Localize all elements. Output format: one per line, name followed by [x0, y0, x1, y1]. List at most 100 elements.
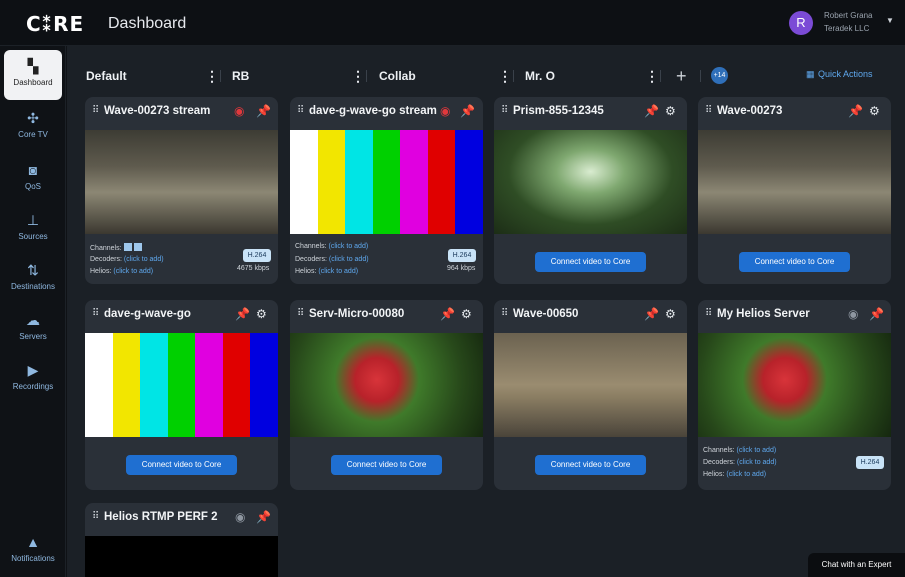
- kebab-menu-icon[interactable]: ⋮: [205, 62, 219, 90]
- sidebar-item-dashboard[interactable]: ▚ Dashboard: [4, 50, 62, 100]
- pin-icon[interactable]: 📌: [644, 307, 659, 321]
- divider: [220, 70, 221, 82]
- gear-icon[interactable]: ⚙: [869, 104, 880, 118]
- drag-handle-icon[interactable]: ⠿: [297, 105, 304, 116]
- card-title: dave-g-wave-go stream: [309, 105, 437, 117]
- codec-badge: H.264: [448, 249, 476, 262]
- sidebar-item-servers[interactable]: ☁ Servers: [4, 304, 62, 354]
- destinations-icon: ⇅: [27, 262, 39, 278]
- connect-video-button[interactable]: Connect video to Core: [126, 455, 237, 475]
- helios-row: Helios: (click to add): [295, 268, 359, 275]
- kebab-menu-icon[interactable]: ⋮: [645, 62, 659, 90]
- more-columns-badge[interactable]: +14: [711, 67, 728, 84]
- core-tv-icon: ✣: [27, 110, 39, 126]
- device-card[interactable]: ⠿ dave-g-wave-go 📌 ⚙ Connect video to Co…: [85, 300, 278, 490]
- video-preview[interactable]: [290, 130, 483, 234]
- video-preview[interactable]: [85, 333, 278, 437]
- card-footer: Connect video to Core: [494, 234, 687, 284]
- gear-icon[interactable]: ⚙: [665, 307, 676, 321]
- video-preview[interactable]: [494, 333, 687, 437]
- pin-icon[interactable]: 📌: [460, 104, 475, 118]
- codec-badge: H.264: [243, 249, 271, 262]
- user-name[interactable]: Robert Grana: [824, 11, 884, 20]
- column-default[interactable]: Default: [86, 62, 127, 90]
- drag-handle-icon[interactable]: ⠿: [501, 105, 508, 116]
- card-title: dave-g-wave-go: [104, 308, 191, 320]
- pin-icon[interactable]: 📌: [235, 307, 250, 321]
- kebab-menu-icon[interactable]: ⋮: [498, 62, 512, 90]
- card-title: Wave-00273: [717, 105, 783, 117]
- decoders-row: Decoders: (click to add): [90, 256, 164, 263]
- gear-icon[interactable]: ⚙: [461, 307, 472, 321]
- bell-icon: ▲: [26, 534, 40, 550]
- sidebar-item-notifications[interactable]: ▲ Notifications: [4, 526, 62, 576]
- sidebar-item-core-tv[interactable]: ✣ Core TV: [4, 102, 62, 152]
- sidebar: ▚ Dashboard ✣ Core TV ◙ QoS ⊥ Sources ⇅ Desti…: [0, 46, 66, 577]
- connect-video-button[interactable]: Connect video to Core: [535, 455, 646, 475]
- column-mr-o[interactable]: Mr. O: [525, 62, 555, 90]
- sidebar-item-destinations[interactable]: ⇅ Destinations: [4, 254, 62, 304]
- divider: [660, 70, 661, 82]
- helios-row: Helios: (click to add): [90, 268, 154, 275]
- avatar[interactable]: R: [789, 11, 813, 35]
- pin-icon[interactable]: 📌: [256, 510, 271, 524]
- chevron-down-icon[interactable]: ▼: [886, 16, 894, 25]
- dashboard-icon: ▚: [27, 58, 39, 74]
- card-footer: Connect video to Core: [494, 437, 687, 487]
- video-preview[interactable]: [698, 333, 891, 437]
- radio-icon[interactable]: ◉: [848, 307, 858, 321]
- device-card[interactable]: ⠿ dave-g-wave-go stream ◉ 📌 Channels: (c…: [290, 97, 483, 284]
- device-card[interactable]: ⠿ Wave-00273 stream ◉ 📌 Channels: Decode…: [85, 97, 278, 284]
- device-card[interactable]: ⠿ Wave-00273 📌 ⚙ Connect video to Core: [698, 97, 891, 284]
- video-preview[interactable]: [85, 536, 278, 577]
- device-card[interactable]: ⠿ Helios RTMP PERF 2 ◉ 📌: [85, 503, 278, 577]
- card-footer: Connect video to Core: [85, 437, 278, 487]
- chat-with-expert-button[interactable]: Chat with an Expert: [808, 553, 905, 577]
- radio-icon[interactable]: ◉: [235, 510, 245, 524]
- user-org[interactable]: Teradek LLC: [824, 24, 869, 33]
- drag-handle-icon[interactable]: ⠿: [92, 308, 99, 319]
- video-preview[interactable]: [494, 130, 687, 234]
- record-icon[interactable]: ◉: [440, 104, 450, 118]
- device-card[interactable]: ⠿ Serv-Micro-00080 📌 ⚙ Connect video to …: [290, 300, 483, 490]
- connect-video-button[interactable]: Connect video to Core: [739, 252, 850, 272]
- device-card[interactable]: ⠿ My Helios Server ◉ 📌 Channels: (click …: [698, 300, 891, 490]
- device-card[interactable]: ⠿ Prism-855-12345 📌 ⚙ Connect video to C…: [494, 97, 687, 284]
- connect-video-button[interactable]: Connect video to Core: [535, 252, 646, 272]
- decoders-row: Decoders: (click to add): [703, 459, 777, 466]
- codec-badge: H.264: [856, 456, 884, 469]
- column-rb[interactable]: RB: [232, 62, 249, 90]
- gear-icon[interactable]: ⚙: [256, 307, 267, 321]
- sidebar-item-qos[interactable]: ◙ QoS: [4, 154, 62, 204]
- channels-row: Channels: (click to add): [295, 243, 369, 250]
- grid-icon[interactable]: ▦: [806, 69, 815, 80]
- add-column-button[interactable]: +: [676, 62, 687, 90]
- pin-icon[interactable]: 📌: [869, 307, 884, 321]
- drag-handle-icon[interactable]: ⠿: [92, 511, 99, 522]
- device-card[interactable]: ⠿ Wave-00650 📌 ⚙ Connect video to Core: [494, 300, 687, 490]
- video-preview[interactable]: [85, 130, 278, 234]
- pin-icon[interactable]: 📌: [644, 104, 659, 118]
- sidebar-item-recordings[interactable]: ▶ Recordings: [4, 354, 62, 404]
- pin-icon[interactable]: 📌: [440, 307, 455, 321]
- drag-handle-icon[interactable]: ⠿: [705, 308, 712, 319]
- drag-handle-icon[interactable]: ⠿: [705, 105, 712, 116]
- drag-handle-icon[interactable]: ⠿: [92, 105, 99, 116]
- sidebar-item-sources[interactable]: ⊥ Sources: [4, 204, 62, 254]
- gear-icon[interactable]: ⚙: [665, 104, 676, 118]
- drag-handle-icon[interactable]: ⠿: [501, 308, 508, 319]
- kebab-menu-icon[interactable]: ⋮: [351, 62, 365, 90]
- video-preview[interactable]: [290, 333, 483, 437]
- video-preview[interactable]: [698, 130, 891, 234]
- connect-video-button[interactable]: Connect video to Core: [331, 455, 442, 475]
- pin-icon[interactable]: 📌: [848, 104, 863, 118]
- card-title: Serv-Micro-00080: [309, 308, 405, 320]
- page-title: Dashboard: [108, 15, 187, 32]
- drag-handle-icon[interactable]: ⠿: [297, 308, 304, 319]
- record-icon[interactable]: ◉: [234, 104, 244, 118]
- core-logo: C⁑RE: [26, 12, 85, 36]
- quick-actions-button[interactable]: Quick Actions: [818, 69, 873, 79]
- column-collab[interactable]: Collab: [379, 62, 416, 90]
- pin-icon[interactable]: 📌: [256, 104, 271, 118]
- channels-row: Channels: (click to add): [703, 447, 777, 454]
